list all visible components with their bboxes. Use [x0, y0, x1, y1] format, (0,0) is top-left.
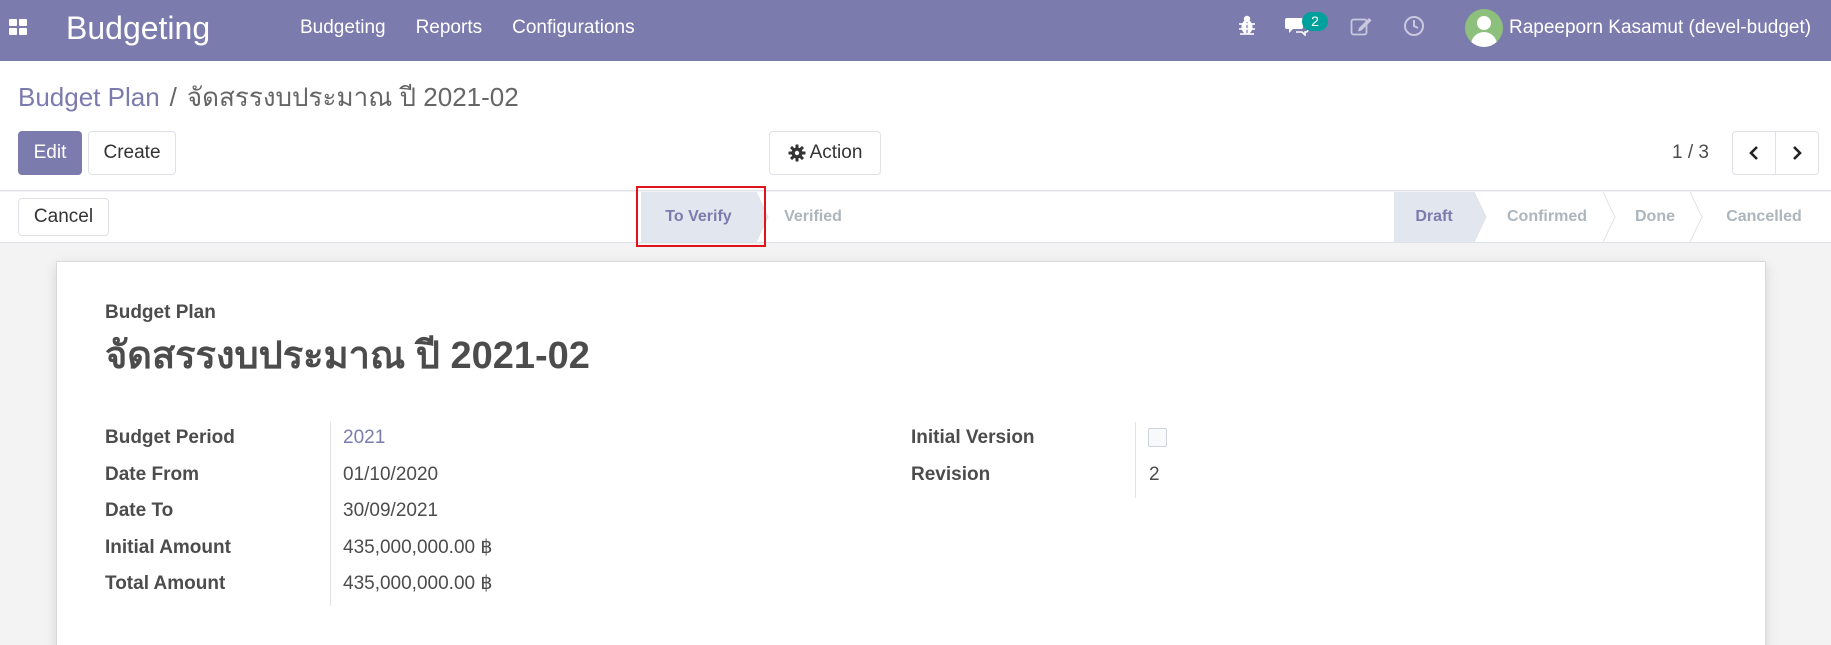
initial-amount-value: 435,000,000.00 ฿ — [343, 537, 493, 558]
apps-icon[interactable] — [9, 19, 29, 37]
form-title: จัดสรรงบประมาณ ปี 2021-02 — [105, 335, 590, 377]
bug-icon[interactable] — [1238, 14, 1256, 41]
revision-value: 2 — [1149, 464, 1160, 485]
form-sheet: Budget Plan จัดสรรงบประมาณ ปี 2021-02 Bu… — [56, 261, 1766, 645]
edit-button[interactable]: Edit — [18, 131, 82, 175]
top-navbar: Budgeting Budgeting Reports Configuratio… — [0, 0, 1831, 61]
highlight-box — [636, 186, 766, 247]
budget-period-value[interactable]: 2021 — [343, 426, 385, 450]
messages-count-badge: 2 — [1302, 12, 1328, 31]
total-amount-label: Total Amount — [105, 573, 226, 594]
date-from-label: Date From — [105, 464, 199, 485]
create-button[interactable]: Create — [88, 131, 176, 175]
cancel-button[interactable]: Cancel — [18, 198, 109, 236]
form-label: Budget Plan — [105, 302, 216, 323]
form-statusbar: Cancel To Verify Verified Draft Confirme… — [0, 192, 1831, 243]
budget-period-label: Budget Period — [105, 427, 235, 448]
field-divider — [1135, 422, 1136, 498]
date-to-value: 30/09/2021 — [343, 500, 439, 521]
pager-buttons — [1732, 131, 1819, 175]
date-to-label: Date To — [105, 500, 174, 521]
app-brand[interactable]: Budgeting — [66, 9, 210, 47]
menu-item-reports[interactable]: Reports — [416, 16, 483, 40]
clock-icon[interactable] — [1403, 15, 1425, 42]
avatar[interactable] — [1465, 9, 1503, 47]
total-amount-value: 435,000,000.00 ฿ — [343, 573, 493, 594]
gear-icon — [788, 144, 806, 162]
initial-version-checkbox[interactable] — [1148, 428, 1167, 447]
pager-value[interactable]: 1 / 3 — [1672, 141, 1709, 165]
status-confirmed[interactable]: Confirmed — [1488, 192, 1606, 242]
status-done[interactable]: Done — [1617, 192, 1693, 242]
step-arrow — [1603, 192, 1616, 242]
step-arrow — [1690, 192, 1703, 242]
main-menu: Budgeting Reports Configurations — [300, 16, 665, 40]
control-panel: Budget Plan / จัดสรรงบประมาณ ปี 2021-02 … — [0, 61, 1831, 191]
initial-version-label: Initial Version — [911, 427, 1035, 448]
status-cancelled[interactable]: Cancelled — [1704, 192, 1824, 242]
chevron-left-icon — [1749, 146, 1758, 160]
breadcrumb: Budget Plan / จัดสรรงบประมาณ ปี 2021-02 — [18, 80, 519, 114]
step-arrow — [1474, 192, 1487, 242]
field-divider — [330, 422, 331, 606]
date-from-value: 01/10/2020 — [343, 464, 439, 485]
breadcrumb-current: จัดสรรงบประมาณ ปี 2021-02 — [186, 82, 519, 112]
pager-next-button[interactable] — [1775, 132, 1818, 174]
action-label: Action — [809, 142, 863, 163]
menu-item-configurations[interactable]: Configurations — [512, 16, 635, 40]
status-draft[interactable]: Draft — [1394, 192, 1474, 242]
edit-icon[interactable] — [1350, 15, 1374, 42]
action-button[interactable]: Action — [769, 131, 881, 175]
user-menu[interactable]: Rapeeporn Kasamut (devel-budget) — [1509, 16, 1811, 40]
chevron-right-icon — [1793, 146, 1802, 160]
button-verified[interactable]: Verified — [768, 192, 858, 242]
menu-item-budgeting[interactable]: Budgeting — [300, 16, 386, 40]
breadcrumb-separator: / — [169, 82, 177, 112]
breadcrumb-parent[interactable]: Budget Plan — [18, 80, 160, 114]
pager-previous-button[interactable] — [1733, 132, 1775, 174]
revision-label: Revision — [911, 464, 991, 485]
initial-amount-label: Initial Amount — [105, 537, 231, 558]
